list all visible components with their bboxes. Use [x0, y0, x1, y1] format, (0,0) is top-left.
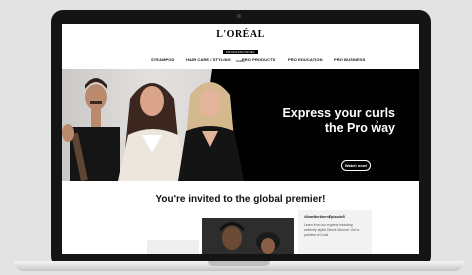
- laptop-notch: [208, 261, 270, 266]
- hero-title: Express your curls the Pro way: [245, 106, 395, 136]
- hero-title-line-1: Express your curls: [282, 106, 395, 120]
- laptop-camera: [237, 14, 241, 18]
- invite-heading: You're invited to the global premier!: [155, 194, 326, 205]
- card-description: Learn from our experts including celebri…: [304, 223, 360, 237]
- main-nav: STEAMPOD HAIR CARE / STYLING PRO PRODUCT…: [62, 57, 419, 65]
- nav-item-pro-education[interactable]: PRO EDUCATION: [288, 57, 323, 62]
- card-hashtag: #NowNorthernEpisode5: [304, 215, 345, 219]
- content-card-photo: [202, 218, 294, 254]
- website-screen: L'ORÉAL PROFESSIONNEL PARIS STEAMPOD HAI…: [62, 24, 419, 254]
- hero-people-photo: [62, 78, 244, 181]
- watch-now-button[interactable]: Watch now!: [341, 160, 371, 171]
- carousel-next-icon[interactable]: ›: [376, 119, 378, 126]
- nav-item-hair-care[interactable]: HAIR CARE / STYLING: [186, 57, 231, 62]
- hero-banner: Express your curls the Pro way Watch now…: [62, 69, 419, 181]
- brand-name: L'ORÉAL: [216, 29, 265, 40]
- brand-bar: PROFESSIONNEL: [222, 50, 259, 54]
- hero-title-line-2: the Pro way: [324, 121, 395, 135]
- content-card-image[interactable]: [202, 218, 294, 254]
- nav-item-steampod[interactable]: STEAMPOD: [151, 57, 174, 62]
- nav-item-pro-business[interactable]: PRO BUSINESS: [334, 57, 365, 62]
- nav-item-pro-products[interactable]: PRO PRODUCTS: [242, 57, 275, 62]
- content-card-left[interactable]: [147, 240, 199, 254]
- laptop-mockup: L'ORÉAL PROFESSIONNEL PARIS STEAMPOD HAI…: [0, 0, 472, 275]
- content-card-text[interactable]: #NowNorthernEpisode5 Learn from our expe…: [298, 210, 372, 254]
